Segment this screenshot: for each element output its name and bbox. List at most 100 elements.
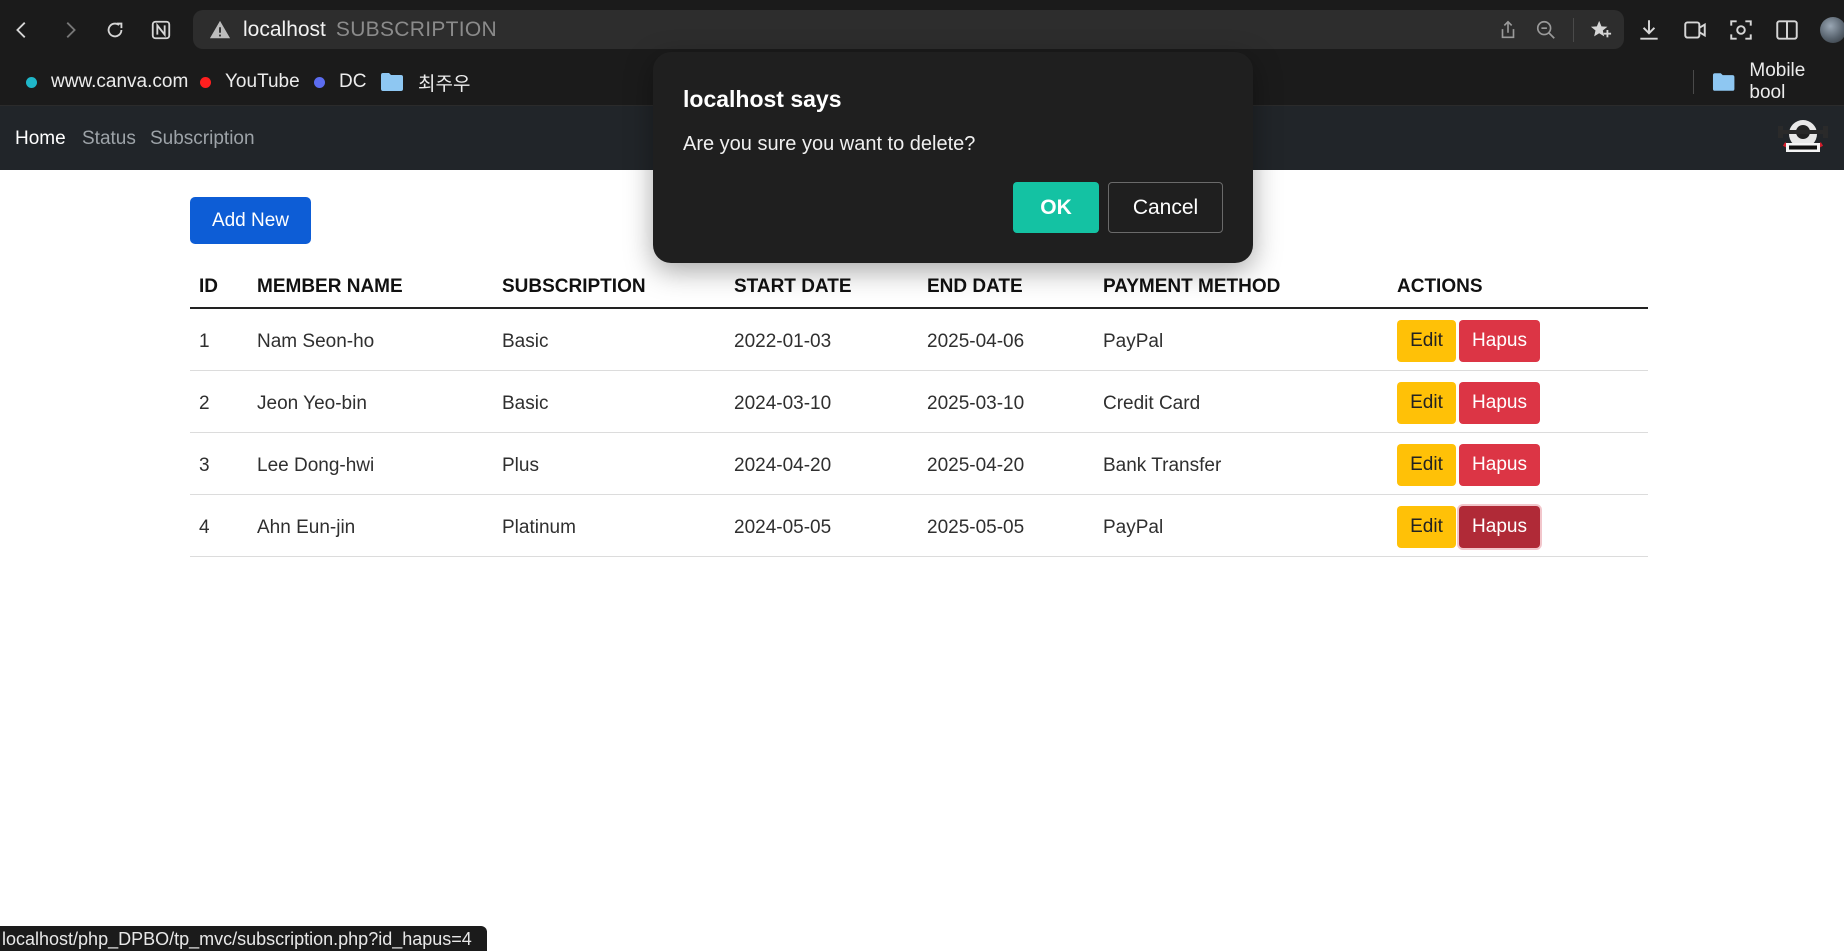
subscription-table: ID MEMBER NAME SUBSCRIPTION START DATE E… xyxy=(190,266,1648,557)
dialog-cancel-button[interactable]: Cancel xyxy=(1108,182,1223,233)
col-header-subscription: SUBSCRIPTION xyxy=(493,266,725,309)
bookmark-label: www.canva.com xyxy=(51,71,189,92)
canva-icon xyxy=(26,76,37,88)
cell-end-date: 2025-04-06 xyxy=(918,308,1094,371)
cell-member-name: Nam Seon-ho xyxy=(248,308,493,371)
cell-actions: Edit Hapus xyxy=(1388,308,1648,371)
dc-icon xyxy=(314,76,325,88)
edit-button[interactable]: Edit xyxy=(1397,505,1456,548)
favorites-icon[interactable] xyxy=(1590,19,1612,41)
cell-actions: Edit Hapus xyxy=(1388,370,1648,433)
chevron-left-icon xyxy=(16,22,26,38)
cell-subscription: Platinum xyxy=(493,494,725,557)
cell-id: 4 xyxy=(190,494,248,557)
dialog-message: Are you sure you want to delete? xyxy=(683,133,976,155)
browser-toolbar: localhost SUBSCRIPTION xyxy=(0,0,1844,58)
back-button[interactable] xyxy=(4,12,40,48)
cell-end-date: 2025-03-10 xyxy=(918,370,1094,433)
cell-subscription: Basic xyxy=(493,370,725,433)
screenshot-icon[interactable] xyxy=(1728,17,1754,43)
toolbar-actions xyxy=(1636,12,1844,48)
address-separator xyxy=(1573,17,1574,42)
table-row: 2 Jeon Yeo-bin Basic 2024-03-10 2025-03-… xyxy=(190,370,1648,433)
cell-end-date: 2025-04-20 xyxy=(918,432,1094,495)
edit-button[interactable]: Edit xyxy=(1397,320,1456,362)
bookmark-dc[interactable]: DC xyxy=(314,70,366,94)
nav-home[interactable]: Home xyxy=(15,128,66,150)
cell-subscription: Basic xyxy=(493,308,725,371)
address-bar[interactable]: localhost SUBSCRIPTION xyxy=(193,10,1624,49)
cell-member-name: Ahn Eun-jin xyxy=(248,494,493,557)
cell-subscription: Plus xyxy=(493,432,725,495)
table-row: 1 Nam Seon-ho Basic 2022-01-03 2025-04-0… xyxy=(190,308,1648,371)
cell-payment-method: PayPal xyxy=(1094,494,1388,557)
table-header-row: ID MEMBER NAME SUBSCRIPTION START DATE E… xyxy=(190,266,1648,309)
chevron-right-icon xyxy=(66,22,76,38)
bookmark-label: Mobile bool xyxy=(1749,60,1806,103)
bookmark-youtube[interactable]: YouTube xyxy=(200,70,300,94)
address-actions xyxy=(1497,10,1612,49)
folder-icon xyxy=(1712,73,1735,91)
cell-id: 2 xyxy=(190,370,248,433)
notion-icon xyxy=(151,20,171,40)
zoom-out-icon[interactable] xyxy=(1535,19,1557,41)
col-header-end-date: END DATE xyxy=(918,266,1094,309)
nav-status[interactable]: Status xyxy=(82,128,136,150)
cell-member-name: Jeon Yeo-bin xyxy=(248,370,493,433)
bookmark-label: DC xyxy=(339,71,367,92)
cell-actions: Edit Hapus xyxy=(1388,494,1648,557)
bookmark-canva[interactable]: www.canva.com xyxy=(26,70,188,94)
edit-button[interactable]: Edit xyxy=(1397,443,1456,486)
bookmark-mobile[interactable]: Mobile bool xyxy=(1712,60,1844,103)
reload-button[interactable] xyxy=(97,12,133,48)
notion-button[interactable] xyxy=(143,12,179,48)
fitness-logo xyxy=(1778,120,1828,152)
cell-payment-method: Bank Transfer xyxy=(1094,432,1388,495)
reload-icon xyxy=(107,22,123,38)
delete-button[interactable]: Hapus xyxy=(1459,320,1540,362)
delete-button[interactable]: Hapus xyxy=(1459,381,1540,424)
cell-payment-method: Credit Card xyxy=(1094,370,1388,433)
cell-start-date: 2022-01-03 xyxy=(725,308,918,371)
cell-start-date: 2024-05-05 xyxy=(725,494,918,557)
cell-payment-method: PayPal xyxy=(1094,308,1388,371)
delete-button[interactable]: Hapus xyxy=(1459,443,1540,486)
dialog-title: localhost says xyxy=(683,86,842,112)
warning-icon xyxy=(209,20,231,38)
bookmark-label: YouTube xyxy=(225,71,300,92)
col-header-payment-method: PAYMENT METHOD xyxy=(1094,266,1388,309)
split-view-icon[interactable] xyxy=(1774,17,1800,43)
table-row: 3 Lee Dong-hwi Plus 2024-04-20 2025-04-2… xyxy=(190,432,1648,495)
cell-start-date: 2024-03-10 xyxy=(725,370,918,433)
youtube-icon xyxy=(200,76,211,88)
cell-start-date: 2024-04-20 xyxy=(725,432,918,495)
bookmarks-separator xyxy=(1693,70,1694,94)
col-header-member-name: MEMBER NAME xyxy=(248,266,493,309)
col-header-start-date: START DATE xyxy=(725,266,918,309)
table-row: 4 Ahn Eun-jin Platinum 2024-05-05 2025-0… xyxy=(190,494,1648,557)
cell-id: 1 xyxy=(190,308,248,371)
address-path: SUBSCRIPTION xyxy=(335,17,498,41)
share-icon[interactable] xyxy=(1497,19,1519,41)
cell-end-date: 2025-05-05 xyxy=(918,494,1094,557)
profile-avatar[interactable] xyxy=(1820,17,1844,43)
download-icon[interactable] xyxy=(1636,17,1662,43)
col-header-id: ID xyxy=(190,266,248,309)
delete-button[interactable]: Hapus xyxy=(1459,505,1540,548)
edit-button[interactable]: Edit xyxy=(1397,381,1456,424)
col-header-actions: ACTIONS xyxy=(1388,266,1648,309)
folder-icon xyxy=(381,73,403,91)
cell-id: 3 xyxy=(190,432,248,495)
screen-record-icon[interactable] xyxy=(1682,17,1708,43)
cell-actions: Edit Hapus xyxy=(1388,432,1648,495)
cell-member-name: Lee Dong-hwi xyxy=(248,432,493,495)
add-new-button[interactable]: Add New xyxy=(190,197,311,244)
dialog-ok-button[interactable]: OK xyxy=(1013,182,1099,233)
confirm-dialog: localhost says Are you sure you want to … xyxy=(653,52,1253,263)
link-status-bar: localhost/php_DPBO/tp_mvc/subscription.p… xyxy=(0,926,487,951)
bookmark-label: 최주우 xyxy=(418,73,471,95)
forward-button[interactable] xyxy=(52,12,88,48)
bookmark-folder-1[interactable]: 최주우 xyxy=(380,70,471,95)
nav-subscription[interactable]: Subscription xyxy=(150,128,255,150)
address-host: localhost xyxy=(243,17,326,41)
